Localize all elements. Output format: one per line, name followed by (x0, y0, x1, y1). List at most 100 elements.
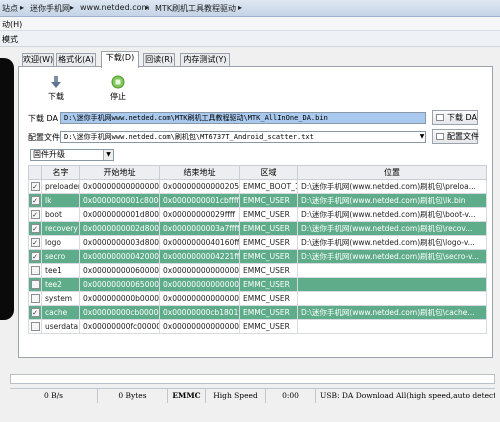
cell-start-address: 0x0000000006500000 (79, 277, 160, 292)
tab-welcome[interactable]: 欢迎(W) (22, 53, 54, 67)
table-row[interactable]: ✓ cache 0x00000000cb000000 0x00000000cb1801… (28, 305, 487, 320)
row-checkbox[interactable] (30, 266, 40, 276)
table-row[interactable]: ✓ lk 0x0000000001c80000 0x0000000001cbffff E… (28, 193, 487, 208)
stop-tool-button[interactable]: 停止 (106, 75, 130, 102)
cell-name: secro (41, 249, 80, 264)
table-row[interactable]: ✓recovery0x0000000002d800000x0000000003a… (28, 221, 487, 236)
header-location[interactable]: 位置 (297, 165, 487, 180)
tab-readback[interactable]: 回读(R) (143, 53, 175, 67)
header-name[interactable]: 名字 (41, 165, 80, 180)
row-checkbox-cell: ✓ (28, 193, 42, 208)
cell-region: EMMC_USER (239, 249, 298, 264)
row-checkbox[interactable]: ✓ (30, 196, 40, 206)
scatter-dropdown-arrow-icon[interactable]: ▼ (418, 132, 426, 142)
row-checkbox-cell: ✓ (28, 305, 42, 320)
scatter-file-button[interactable]: 配置文件 (432, 129, 479, 144)
cell-region: EMMC_USER (239, 221, 298, 236)
cell-name: tee2 (41, 277, 80, 292)
cell-location: D:\迷你手机网(www.netded.com)刷机包\recov... (297, 221, 487, 236)
partition-table: 名字 开始地址 结束地址 区域 位置 ✓ preloader 0x000000000… (28, 165, 487, 334)
header-region[interactable]: 区域 (239, 165, 298, 180)
row-checkbox[interactable] (30, 280, 40, 290)
cell-start-address: 0x0000000002d80000 (79, 221, 160, 236)
download-tool-label: 下载 (48, 92, 64, 101)
row-checkbox[interactable] (30, 322, 40, 332)
cell-location: D:\迷你手机网(www.netded.com)刷机包\cache... (297, 305, 487, 320)
cell-location: D:\迷你手机网(www.netded.com)刷机包\secro-v... (297, 249, 487, 264)
cell-name: lk (41, 193, 80, 208)
cell-start-address: 0x000000000b000000 (79, 291, 160, 306)
row-checkbox[interactable]: ✓ (30, 182, 40, 192)
table-row[interactable]: ✓boot0x0000000001d800000x00000000029ffff… (28, 207, 487, 222)
cell-region: EMMC_BOOT_1 (239, 179, 298, 194)
cell-name: preloader (41, 179, 80, 194)
status-speed: 0 B/s (10, 389, 98, 403)
table-row[interactable]: ✓logo0x0000000003d800000x0000000040160ff… (28, 235, 487, 250)
row-checkbox[interactable]: ✓ (30, 308, 40, 318)
table-header-row: 名字 开始地址 结束地址 区域 位置 (28, 165, 487, 180)
tab-format[interactable]: 格式化(A) (56, 53, 96, 67)
tab-memory-test[interactable]: 内存测试(Y) (180, 53, 230, 67)
download-da-button-label: 下载 DA (447, 113, 478, 122)
cell-end-address: 0x0000000004221fff (159, 249, 240, 264)
breadcrumb-1[interactable]: 迷你手机网 (30, 3, 70, 14)
window-titlebar: 站点 ▸ 迷你手机网 ▸ www.netded.com ▸ MTK刷机工具教程驱… (0, 0, 500, 17)
cell-region: EMMC_USER (239, 291, 298, 306)
menubar: 动(H) (0, 17, 500, 31)
row-checkbox-cell (28, 319, 42, 334)
scatter-path-field[interactable]: D:\迷你手机网www.netded.com\刷机包\MT6737T_Andro… (60, 131, 426, 143)
cell-end-address: 0x0000000000000000 (159, 291, 240, 306)
cell-name: tee1 (41, 263, 80, 278)
cell-end-address: 0x0000000000000000 (159, 263, 240, 278)
cell-end-address: 0x0000000000000000 (159, 319, 240, 334)
cell-region: EMMC_USER (239, 319, 298, 334)
row-checkbox[interactable]: ✓ (30, 252, 40, 262)
row-checkbox[interactable]: ✓ (30, 210, 40, 220)
breadcrumb-0[interactable]: 站点 (2, 3, 18, 14)
folder-icon (436, 133, 444, 140)
row-checkbox[interactable]: ✓ (30, 224, 40, 234)
table-row[interactable]: system0x000000000b0000000x00000000000000… (28, 291, 487, 306)
cell-start-address: 0x00000000cb000000 (79, 305, 160, 320)
table-row[interactable]: tee10x00000000060000000x0000000000000000… (28, 263, 487, 278)
menu-help[interactable]: 动(H) (2, 19, 22, 30)
cell-name: userdata (41, 319, 80, 334)
cell-start-address: 0x00000000fc000000 (79, 319, 160, 334)
row-checkbox-cell: ✓ (28, 235, 42, 250)
chevron-down-icon: ▼ (103, 150, 113, 160)
download-mode-select[interactable]: 固件升级 ▼ (30, 149, 114, 161)
cell-location: D:\迷你手机网(www.netded.com)刷机包\boot-v... (297, 207, 487, 222)
cell-region: EMMC_USER (239, 207, 298, 222)
da-label: 下载 DA (28, 114, 59, 123)
scatter-file-button-label: 配置文件 (447, 132, 479, 141)
row-checkbox[interactable]: ✓ (30, 238, 40, 248)
header-end-address[interactable]: 结束地址 (159, 165, 240, 180)
tab-download[interactable]: 下载(D) (101, 51, 139, 68)
header-start-address[interactable]: 开始地址 (79, 165, 160, 180)
cell-name: cache (41, 305, 80, 320)
breadcrumb-3[interactable]: MTK刷机工具教程驱动 (155, 3, 236, 14)
download-da-button[interactable]: 下载 DA (432, 110, 478, 125)
folder-icon (436, 114, 444, 121)
row-checkbox-cell (28, 291, 42, 306)
table-row[interactable]: ✓secro0x00000000042000000x0000000004221f… (28, 249, 487, 264)
table-row[interactable]: tee20x00000000065000000x0000000000000000… (28, 277, 487, 292)
row-checkbox[interactable] (30, 294, 40, 304)
breadcrumb-separator: ▸ (70, 3, 75, 12)
row-checkbox-cell: ✓ (28, 221, 42, 236)
cell-end-address: 0x00000000cb1801ff (159, 305, 240, 320)
cell-region: EMMC_USER (239, 193, 298, 208)
table-row[interactable]: ✓preloader0x00000000000000000x0000000000… (28, 179, 487, 194)
breadcrumb-2[interactable]: www.netded.com (80, 3, 149, 12)
cell-region: EMMC_USER (239, 235, 298, 250)
cell-name: recovery (41, 221, 80, 236)
row-checkbox-cell (28, 277, 42, 292)
da-path-field[interactable]: D:\迷你手机网www.netded.com\MTK刷机工具教程驱动\MTK_A… (60, 112, 426, 124)
download-tool-button[interactable]: 下载 (44, 75, 68, 102)
status-message: USB: DA Download All(high speed,auto det… (320, 391, 495, 400)
status-elapsed-time: 0:00 (266, 389, 316, 403)
cell-location: D:\迷你手机网(www.netded.com)刷机包\lk.bin (297, 193, 487, 208)
cell-location: D:\迷你手机网(www.netded.com)刷机包\logo-v... (297, 235, 487, 250)
breadcrumb-separator: ▸ (145, 3, 150, 12)
table-row[interactable]: userdata 0x00000000fc000000 0x000000000000… (28, 319, 487, 334)
